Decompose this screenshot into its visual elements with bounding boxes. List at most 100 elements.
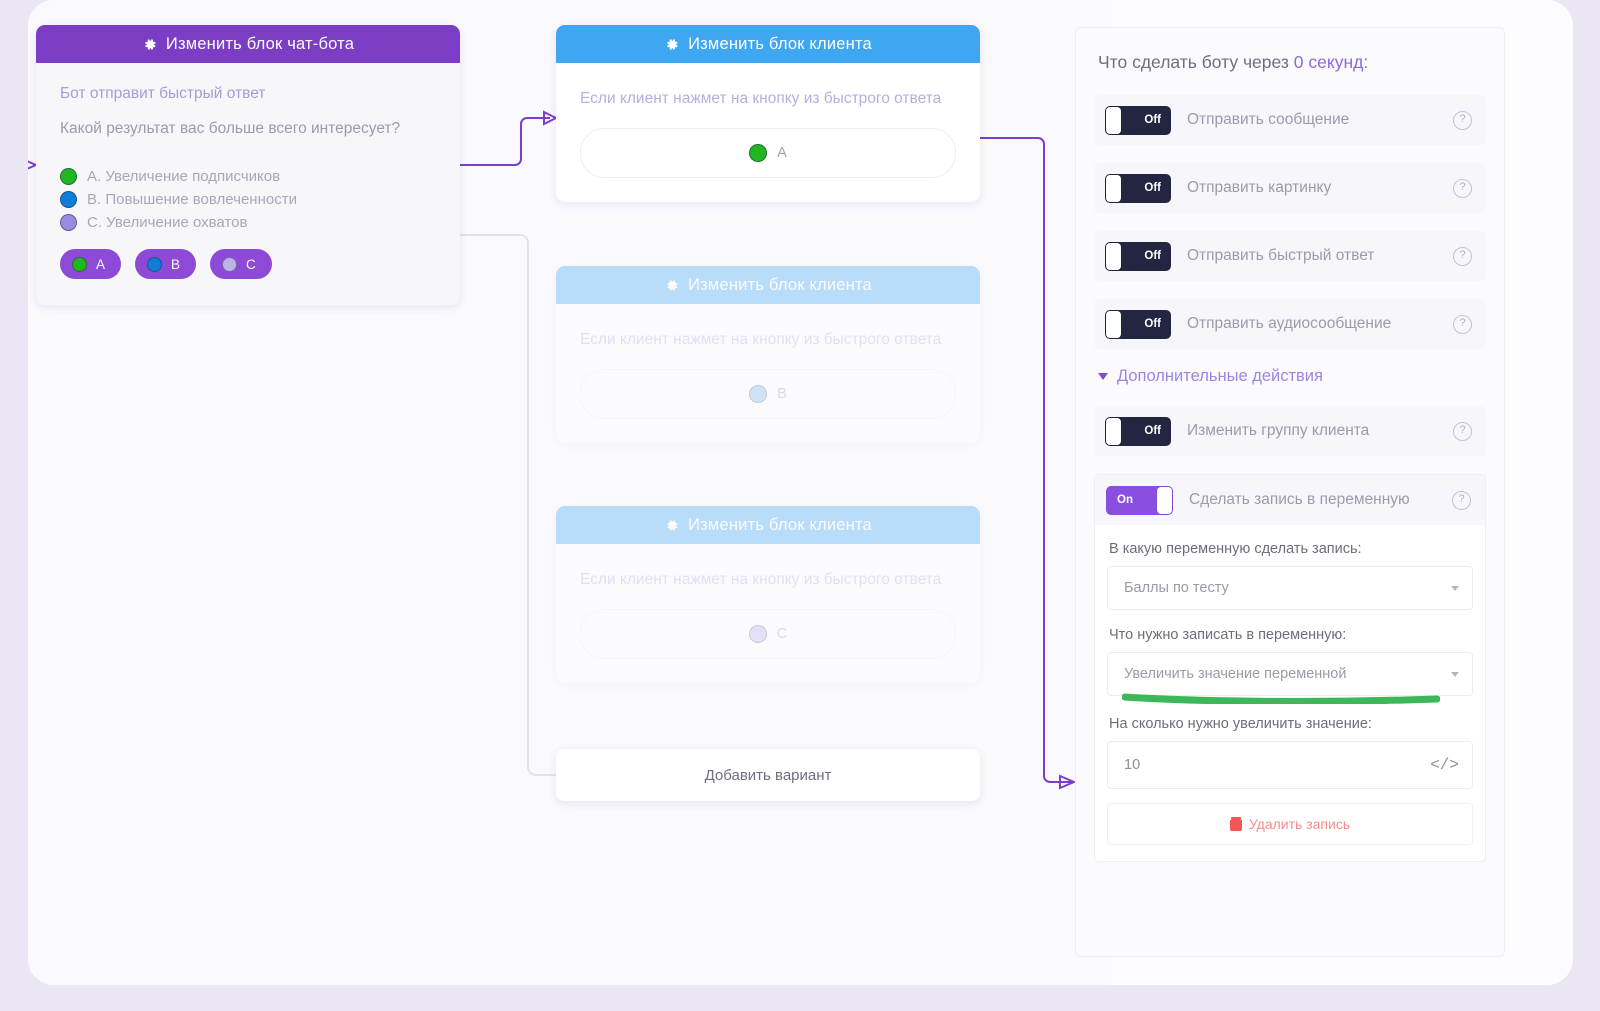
chevron-down-icon xyxy=(1451,586,1459,591)
action-label-send-message: Отправить сообщение xyxy=(1187,111,1350,128)
amount-input-label: На сколько нужно увеличить значение: xyxy=(1109,716,1372,732)
help-circle-icon[interactable]: ? xyxy=(1453,314,1472,334)
client-block-header-b[interactable]: Изменить блок клиента xyxy=(556,266,980,304)
client-answer-box-b[interactable]: B xyxy=(580,369,956,420)
action-row-send-audio[interactable]: Off Отправить аудиосообщение ? xyxy=(1094,299,1486,349)
add-variant-label: Добавить вариант xyxy=(704,766,832,784)
answer-button-c[interactable]: C xyxy=(210,249,272,279)
gear-icon xyxy=(667,38,678,50)
client-answer-box-a[interactable]: A xyxy=(580,128,956,179)
toggle-write-variable[interactable]: On xyxy=(1106,485,1173,515)
client-block-card-a[interactable]: Изменить блок клиента Если клиент нажмет… xyxy=(556,25,980,203)
toggle-state-label: Off xyxy=(1144,318,1161,330)
help-circle-icon[interactable]: ? xyxy=(1452,490,1471,510)
help-circle-icon[interactable]: ? xyxy=(1453,178,1472,198)
action-label-send-picture: Отправить картинку xyxy=(1187,179,1332,196)
green-highlight-annotation xyxy=(1122,693,1440,704)
chatbot-answer-buttons: A B C xyxy=(60,249,436,279)
client-block-body-a: Если клиент нажмет на кнопку из быстрого… xyxy=(556,63,980,202)
variable-select-label: В какую переменную сделать запись: xyxy=(1109,541,1362,557)
bot-actions-panel: Что сделать боту через 0 секунд: Off Отп… xyxy=(1075,27,1505,957)
action-row-send-message[interactable]: Off Отправить сообщение ? xyxy=(1094,95,1486,145)
client-block-text-c: Если клиент нажмет на кнопку из быстрого… xyxy=(580,571,942,588)
client-block-card-b[interactable]: Изменить блок клиента Если клиент нажмет… xyxy=(556,266,980,444)
panel-title-prefix: Что сделать боту через xyxy=(1098,52,1294,72)
chatbot-block-card[interactable]: Изменить блок чат-бота Бот отправит быст… xyxy=(36,25,460,305)
help-circle-icon[interactable]: ? xyxy=(1453,246,1472,266)
client-block-text-a: Если клиент нажмет на кнопку из быстрого… xyxy=(580,90,942,107)
chatbot-question: Какой результат вас больше всего интерес… xyxy=(60,120,401,137)
client-block-title-a: Изменить блок клиента xyxy=(688,34,872,53)
delete-record-label: Удалить запись xyxy=(1248,816,1351,832)
client-block-title-c: Изменить блок клиента xyxy=(688,515,872,534)
extra-actions-header[interactable]: Дополнительные действия xyxy=(1098,367,1486,386)
client-answer-label-b: B xyxy=(777,386,787,403)
client-block-card-c[interactable]: Изменить блок клиента Если клиент нажмет… xyxy=(556,506,980,684)
toggle-state-label: On xyxy=(1117,494,1133,506)
option-dot-b xyxy=(60,191,77,208)
write-variable-group: On Сделать запись в переменную ? В какую… xyxy=(1094,474,1486,862)
toggle-knob xyxy=(1157,486,1172,514)
chatbot-block-header[interactable]: Изменить блок чат-бота xyxy=(36,25,460,63)
action-row-change-client-group[interactable]: Off Изменить группу клиента ? xyxy=(1094,406,1486,456)
action-row-send-quick-reply[interactable]: Off Отправить быстрый ответ ? xyxy=(1094,231,1486,281)
client-answer-dot-c xyxy=(748,625,767,644)
toggle-send-quick-reply[interactable]: Off xyxy=(1105,241,1171,271)
variable-select[interactable]: Баллы по тесту xyxy=(1107,566,1473,610)
option-label-b: B. Повышение вовлеченности xyxy=(87,191,297,208)
action-label-send-quick-reply: Отправить быстрый ответ xyxy=(1187,247,1375,264)
client-answer-label-c: C xyxy=(776,626,788,643)
extra-actions-label: Дополнительные действия xyxy=(1117,367,1323,385)
add-variant-button[interactable]: Добавить вариант xyxy=(556,749,980,801)
write-mode-select[interactable]: Увеличить значение переменной xyxy=(1107,652,1473,704)
answer-dot-a xyxy=(72,256,87,272)
client-block-header-a[interactable]: Изменить блок клиента xyxy=(556,25,980,63)
help-circle-icon[interactable]: ? xyxy=(1453,110,1472,130)
toggle-change-client-group[interactable]: Off xyxy=(1105,416,1171,446)
toggle-knob xyxy=(1106,174,1121,202)
answer-button-a[interactable]: A xyxy=(60,249,122,279)
write-mode-select-value: Увеличить значение переменной xyxy=(1124,666,1347,682)
option-dot-a xyxy=(60,168,77,185)
option-dot-c xyxy=(60,214,77,231)
panel-title-value: 0 секунд: xyxy=(1293,52,1369,72)
toggle-state-label: Off xyxy=(1144,114,1161,126)
list-item: B. Повышение вовлеченности xyxy=(60,191,436,208)
chevron-down-icon xyxy=(1451,672,1459,677)
delete-record-button[interactable]: Удалить запись xyxy=(1107,803,1473,845)
option-label-c: C. Увеличение охватов xyxy=(87,214,248,231)
toggle-send-message[interactable]: Off xyxy=(1105,105,1171,135)
client-block-text-b: Если клиент нажмет на кнопку из быстрого… xyxy=(580,331,942,348)
action-label-change-client-group: Изменить группу клиента xyxy=(1187,422,1370,439)
chatbot-hint: Бот отправит быстрый ответ xyxy=(60,85,266,102)
amount-input[interactable]: 10 </> xyxy=(1107,741,1473,789)
toggle-send-picture[interactable]: Off xyxy=(1105,173,1171,203)
toggle-send-audio[interactable]: Off xyxy=(1105,309,1171,339)
variable-select-value: Баллы по тесту xyxy=(1124,580,1229,596)
gear-icon xyxy=(667,519,678,531)
flow-builder-app: Изменить блок чат-бота Бот отправит быст… xyxy=(28,0,1573,985)
code-icon[interactable]: </> xyxy=(1430,756,1459,774)
answer-button-b[interactable]: B xyxy=(135,249,197,279)
client-answer-box-c[interactable]: C xyxy=(580,609,956,660)
write-mode-select-label: Что нужно записать в переменную: xyxy=(1109,627,1347,643)
answer-dot-b xyxy=(147,256,163,272)
action-label-write-variable: Сделать запись в переменную xyxy=(1189,491,1410,508)
action-label-send-audio: Отправить аудиосообщение xyxy=(1187,315,1392,332)
trash-icon xyxy=(1229,817,1242,831)
action-row-send-picture[interactable]: Off Отправить картинку ? xyxy=(1094,163,1486,213)
toggle-knob xyxy=(1106,417,1121,445)
toggle-state-label: Off xyxy=(1144,425,1161,437)
client-block-header-c[interactable]: Изменить блок клиента xyxy=(556,506,980,544)
client-block-body-b: Если клиент нажмет на кнопку из быстрого… xyxy=(556,304,980,443)
chatbot-block-title: Изменить блок чат-бота xyxy=(165,34,355,53)
toggle-state-label: Off xyxy=(1144,182,1161,194)
help-circle-icon[interactable]: ? xyxy=(1453,421,1472,441)
chatbot-block-body: Бот отправит быстрый ответ Какой результ… xyxy=(36,63,460,305)
action-row-write-variable[interactable]: On Сделать запись в переменную ? xyxy=(1095,475,1485,525)
answer-dot-c xyxy=(222,256,238,272)
chatbot-option-list: A. Увеличение подписчиков B. Повышение в… xyxy=(60,168,436,231)
client-answer-label-a: A xyxy=(777,145,787,162)
list-item: C. Увеличение охватов xyxy=(60,214,436,231)
client-block-title-b: Изменить блок клиента xyxy=(688,275,872,294)
